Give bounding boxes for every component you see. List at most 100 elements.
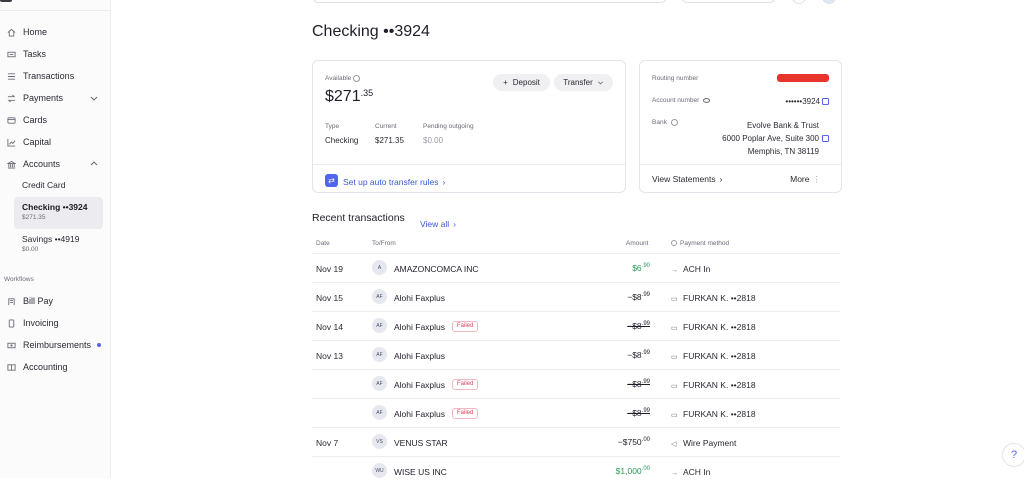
failed-badge: Failed: [452, 379, 479, 390]
help-button[interactable]: ?: [1002, 443, 1024, 467]
plus-icon: +: [503, 78, 508, 87]
chevron-up-icon[interactable]: [89, 159, 99, 169]
copy-icon[interactable]: [822, 135, 829, 142]
auto-transfer-link[interactable]: ⇄ Set up auto transfer rules ›: [325, 172, 445, 190]
more-button[interactable]: More ⋮: [790, 174, 821, 185]
table-row[interactable]: Nov 14 AF Alohi Faxplus Failed −$8.99 ▭ FURKAN…: [312, 311, 840, 340]
sidebar-item-capital[interactable]: Capital: [0, 132, 111, 152]
col-header-date[interactable]: Date: [316, 240, 330, 247]
redacted-routing-number: [777, 74, 829, 82]
tasks-icon: [6, 49, 16, 59]
payment-method-icon: ▭: [671, 296, 678, 303]
bank-icon: [6, 159, 16, 169]
merchant-name: Alohi Faxplus: [394, 293, 446, 303]
eye-icon[interactable]: [703, 97, 711, 103]
col-header-method[interactable]: Payment method: [671, 240, 729, 247]
bill-icon: [6, 296, 16, 306]
pending-value: $0.00: [423, 136, 444, 145]
sidebar-item-transactions[interactable]: Transactions: [0, 66, 111, 86]
bank-label: Bank: [652, 119, 678, 126]
sidebar-item-label: Accounts: [23, 159, 61, 169]
pending-label: Pending outgoing: [423, 123, 474, 130]
merchant-name: Alohi Faxplus: [394, 409, 446, 419]
table-row[interactable]: WU WISE US INC $1,000.00 → ACH In: [312, 456, 840, 485]
notification-dot: [97, 343, 102, 347]
payment-method-icon: ▭: [671, 412, 678, 419]
list-icon: [6, 71, 16, 81]
col-header-to-from[interactable]: To/From: [372, 240, 396, 247]
recent-transactions-heading: Recent transactions: [312, 212, 405, 224]
sidebar-divider: [0, 10, 111, 11]
sidebar-item-accounting[interactable]: Accounting: [0, 357, 111, 377]
sidebar-item-label: Payments: [23, 93, 64, 103]
sidebar-item-label: Accounting: [23, 362, 68, 372]
payment-method: ◁ Wire Payment: [671, 438, 737, 448]
payment-method: → ACH In: [671, 467, 711, 477]
row-date: Nov 7: [316, 438, 339, 448]
row-date: Nov 15: [316, 293, 343, 303]
top-action-button[interactable]: [681, 0, 776, 3]
account-label: Checking ••3924: [22, 202, 88, 212]
account-label: Savings ••4919: [22, 234, 80, 244]
merchant-name: Alohi Faxplus: [394, 351, 446, 361]
payment-method-icon: ▭: [671, 354, 678, 361]
view-all-link[interactable]: View all ›: [420, 214, 456, 232]
copy-icon[interactable]: [822, 98, 829, 106]
table-row[interactable]: AF Alohi Faxplus Failed −$8.99 ▭ FURKAN K. ••…: [312, 369, 840, 398]
payment-method: ▭ FURKAN K. ••2818: [671, 322, 756, 332]
sidebar-item-cards[interactable]: Cards: [0, 110, 111, 130]
payment-method-icon: →: [671, 470, 678, 477]
table-row[interactable]: Nov 13 AF Alohi Faxplus −$8.99 ▭ FURKAN K. ••…: [312, 340, 840, 369]
arrows-icon: [6, 93, 16, 103]
receipt-icon: [6, 340, 16, 350]
table-row[interactable]: AF Alohi Faxplus Failed −$8.99 ▭ FURKAN K. ••…: [312, 398, 840, 427]
merchant-avatar: AF: [372, 405, 387, 420]
merchant-name: WISE US INC: [394, 467, 447, 477]
sidebar-account-savings[interactable]: Savings ••4919 $0.00: [14, 234, 103, 253]
available-label: Available: [325, 75, 361, 82]
sidebar-item-bill-pay[interactable]: Bill Pay: [0, 291, 111, 311]
page-title: Checking ••3924: [312, 23, 430, 40]
chevron-right-icon: ›: [719, 174, 723, 184]
row-date: Nov 19: [316, 264, 343, 274]
col-header-amount[interactable]: Amount: [626, 240, 648, 247]
merchant-avatar: WU: [372, 463, 387, 478]
sidebar-item-label: Cards: [23, 115, 48, 125]
type-label: Type: [325, 123, 340, 130]
sidebar-item-accounts[interactable]: Accounts: [0, 154, 111, 174]
sidebar-item-label: Home: [23, 27, 48, 37]
merchant-avatar: AF: [372, 318, 387, 333]
table-row[interactable]: Nov 15 AF Alohi Faxplus −$8.99 ▭ FURKAN K. ••…: [312, 282, 840, 311]
merchant-avatar: AF: [372, 289, 387, 304]
sidebar-account-checking[interactable]: Checking ••3924 $271.35: [14, 197, 103, 229]
transfer-button[interactable]: Transfer: [554, 74, 613, 91]
more-icon: ⋮: [812, 174, 822, 184]
avatar[interactable]: [822, 0, 836, 4]
merchant-avatar: AF: [372, 347, 387, 362]
account-amount: $0.00: [22, 246, 39, 253]
merchant-name: AMAZONCOMCA INC: [394, 264, 479, 274]
chevron-down-icon[interactable]: [89, 93, 99, 103]
payment-method: → ACH In: [671, 264, 711, 274]
account-details-card: Routing number Account number ••••••3924…: [639, 60, 842, 193]
search-bar[interactable]: [312, 0, 667, 3]
sidebar-item-payments[interactable]: Payments: [0, 88, 111, 108]
ledger-icon: [6, 362, 16, 372]
sidebar-item-invoicing[interactable]: Invoicing: [0, 313, 111, 333]
card-divider: [640, 164, 841, 165]
current-value: $271.35: [375, 136, 404, 145]
sidebar-item-reimbursements[interactable]: Reimbursements: [0, 335, 111, 355]
row-amount: −$8.99: [627, 321, 650, 331]
row-amount: $1,000.00: [615, 466, 650, 476]
table-row[interactable]: Nov 19 A AMAZONCOMCA INC $6.90 → ACH In: [312, 253, 840, 282]
view-statements-link[interactable]: View Statements ›: [652, 174, 722, 184]
logo: [0, 0, 12, 2]
table-row[interactable]: Nov 7 VS VENUS STAR −$750.00 ◁ Wire Payment: [312, 427, 840, 456]
chart-icon: [6, 137, 16, 147]
notifications-button[interactable]: [792, 0, 806, 4]
sidebar-account-credit-card[interactable]: Credit Card: [14, 180, 103, 190]
sidebar-item-tasks[interactable]: Tasks: [0, 44, 111, 64]
deposit-button[interactable]: + Deposit: [493, 74, 550, 91]
payment-method-icon: ◁: [671, 441, 677, 448]
sidebar-item-home[interactable]: Home: [0, 22, 111, 42]
